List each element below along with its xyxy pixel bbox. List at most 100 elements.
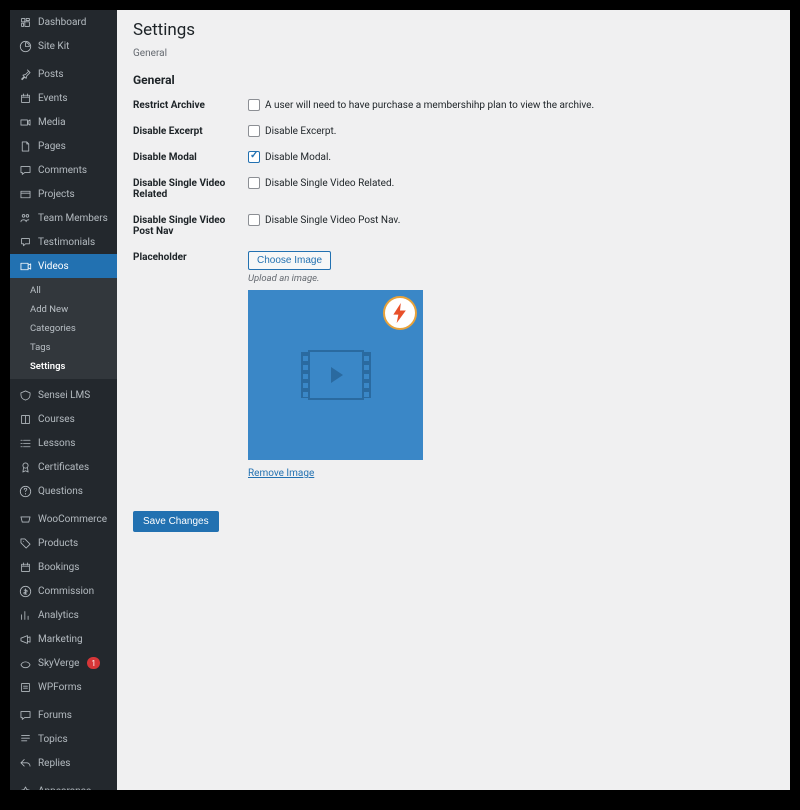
sidebar-item-team-members[interactable]: Team Members bbox=[10, 206, 117, 230]
dashboard-icon bbox=[18, 15, 32, 29]
section-heading: General bbox=[133, 73, 774, 87]
tag-icon bbox=[18, 536, 32, 550]
comment-icon bbox=[18, 708, 32, 722]
award-icon bbox=[18, 460, 32, 474]
page-title: Settings bbox=[133, 20, 774, 40]
disable-single-video-related-checkbox[interactable] bbox=[248, 177, 260, 189]
sidebar-item-commission[interactable]: Commission bbox=[10, 579, 117, 603]
sidebar-item-label: Site Kit bbox=[38, 41, 69, 52]
sidebar-item-woocommerce[interactable]: WooCommerce bbox=[10, 507, 117, 531]
submenu-item-settings[interactable]: Settings bbox=[10, 357, 117, 376]
submenu-item-categories[interactable]: Categories bbox=[10, 319, 117, 338]
projects-icon bbox=[18, 187, 32, 201]
upload-hint: Upload an image. bbox=[248, 273, 774, 284]
save-changes-button[interactable]: Save Changes bbox=[133, 511, 219, 532]
pin-icon bbox=[18, 67, 32, 81]
amp-bolt-icon bbox=[383, 296, 417, 330]
submenu-item-tags[interactable]: Tags bbox=[10, 338, 117, 357]
sidebar-item-site-kit[interactable]: Site Kit bbox=[10, 34, 117, 58]
sidebar-item-pages[interactable]: Pages bbox=[10, 134, 117, 158]
submenu-item-all[interactable]: All bbox=[10, 281, 117, 300]
sidebar-item-comments[interactable]: Comments bbox=[10, 158, 117, 182]
sidebar-item-lessons[interactable]: Lessons bbox=[10, 431, 117, 455]
money-icon bbox=[18, 584, 32, 598]
choose-image-button[interactable]: Choose Image bbox=[248, 251, 331, 270]
sidebar-item-testimonials[interactable]: Testimonials bbox=[10, 230, 117, 254]
sidebar-item-wpforms[interactable]: WPForms bbox=[10, 675, 117, 699]
sidebar-item-label: Questions bbox=[38, 486, 83, 497]
sidebar-item-label: Lessons bbox=[38, 438, 75, 449]
sidebar-item-label: Dashboard bbox=[38, 17, 86, 28]
sidebar-item-label: Products bbox=[38, 538, 78, 549]
videos-submenu: AllAdd NewCategoriesTagsSettings bbox=[10, 278, 117, 379]
sidebar-item-bookings[interactable]: Bookings bbox=[10, 555, 117, 579]
sidebar-item-skyverge[interactable]: SkyVerge 1 bbox=[10, 651, 117, 675]
sidebar-item-label: SkyVerge bbox=[38, 658, 79, 669]
sidebar-item-label: Courses bbox=[38, 414, 75, 425]
sidebar-item-label: Videos bbox=[38, 261, 69, 272]
sidebar-item-marketing[interactable]: Marketing bbox=[10, 627, 117, 651]
sidebar-item-label: Marketing bbox=[38, 634, 83, 645]
sidebar-item-media[interactable]: Media bbox=[10, 110, 117, 134]
disable-excerpt-checkbox[interactable] bbox=[248, 125, 260, 137]
update-badge: 1 bbox=[87, 657, 100, 669]
submenu-item-add-new[interactable]: Add New bbox=[10, 300, 117, 319]
sidebar-item-topics[interactable]: Topics bbox=[10, 727, 117, 751]
comment-icon bbox=[18, 163, 32, 177]
sensei-icon bbox=[18, 388, 32, 402]
calendar-icon bbox=[18, 91, 32, 105]
list-icon bbox=[18, 436, 32, 450]
disable-excerpt-description: Disable Excerpt. bbox=[265, 126, 336, 137]
appearance-icon bbox=[18, 784, 32, 790]
sidebar-item-label: Testimonials bbox=[38, 237, 95, 248]
disable-single-video-post-nav-checkbox[interactable] bbox=[248, 214, 260, 226]
sidebar-item-label: WPForms bbox=[38, 682, 82, 693]
placeholder-thumbnail[interactable] bbox=[248, 290, 423, 460]
sidebar-item-sensei-lms[interactable]: Sensei LMS bbox=[10, 383, 117, 407]
placeholder-label: Placeholder bbox=[133, 251, 248, 263]
disable-single-video-post-nav-label: Disable Single Video Post Nav bbox=[133, 214, 248, 237]
sidebar-item-events[interactable]: Events bbox=[10, 86, 117, 110]
sidebar-item-appearance[interactable]: Appearance bbox=[10, 779, 117, 790]
sidebar-item-products[interactable]: Products bbox=[10, 531, 117, 555]
video-placeholder-icon bbox=[308, 350, 364, 400]
sidebar-item-questions[interactable]: Questions bbox=[10, 479, 117, 503]
restrict-archive-checkbox[interactable] bbox=[248, 99, 260, 111]
sidebar-item-replies[interactable]: Replies bbox=[10, 751, 117, 775]
sidebar-item-certificates[interactable]: Certificates bbox=[10, 455, 117, 479]
question-icon bbox=[18, 484, 32, 498]
sidebar-item-label: Media bbox=[38, 117, 66, 128]
restrict-archive-description: A user will need to have purchase a memb… bbox=[265, 100, 594, 111]
sidebar-item-label: Commission bbox=[38, 586, 94, 597]
settings-subnav[interactable]: General bbox=[133, 48, 774, 59]
sidebar-item-analytics[interactable]: Analytics bbox=[10, 603, 117, 627]
sidebar-item-label: Events bbox=[38, 93, 68, 104]
sidebar-item-label: Replies bbox=[38, 758, 70, 769]
sidebar-item-label: Projects bbox=[38, 189, 75, 200]
sidebar-item-dashboard[interactable]: Dashboard bbox=[10, 10, 117, 34]
disable-excerpt-label: Disable Excerpt bbox=[133, 125, 248, 137]
woo-icon bbox=[18, 512, 32, 526]
sitekit-icon bbox=[18, 39, 32, 53]
page-icon bbox=[18, 139, 32, 153]
sidebar-item-forums[interactable]: Forums bbox=[10, 703, 117, 727]
sidebar-item-label: Team Members bbox=[38, 213, 108, 224]
sidebar-item-label: Analytics bbox=[38, 610, 79, 621]
sidebar-item-label: Sensei LMS bbox=[38, 390, 90, 401]
sidebar-item-courses[interactable]: Courses bbox=[10, 407, 117, 431]
sidebar-item-posts[interactable]: Posts bbox=[10, 62, 117, 86]
team-icon bbox=[18, 211, 32, 225]
sidebar-item-projects[interactable]: Projects bbox=[10, 182, 117, 206]
restrict-archive-label: Restrict Archive bbox=[133, 99, 248, 111]
sidebar-item-label: WooCommerce bbox=[38, 514, 107, 525]
sidebar-item-label: Bookings bbox=[38, 562, 79, 573]
disable-modal-description: Disable Modal. bbox=[265, 152, 331, 163]
megaphone-icon bbox=[18, 632, 32, 646]
remove-image-link[interactable]: Remove Image bbox=[248, 468, 314, 479]
skyverge-icon bbox=[18, 656, 32, 670]
disable-modal-checkbox[interactable] bbox=[248, 151, 260, 163]
video-icon bbox=[18, 259, 32, 273]
chart-icon bbox=[18, 608, 32, 622]
sidebar-item-videos[interactable]: Videos bbox=[10, 254, 117, 278]
admin-sidebar: DashboardSite KitPostsEventsMediaPagesCo… bbox=[10, 10, 117, 790]
